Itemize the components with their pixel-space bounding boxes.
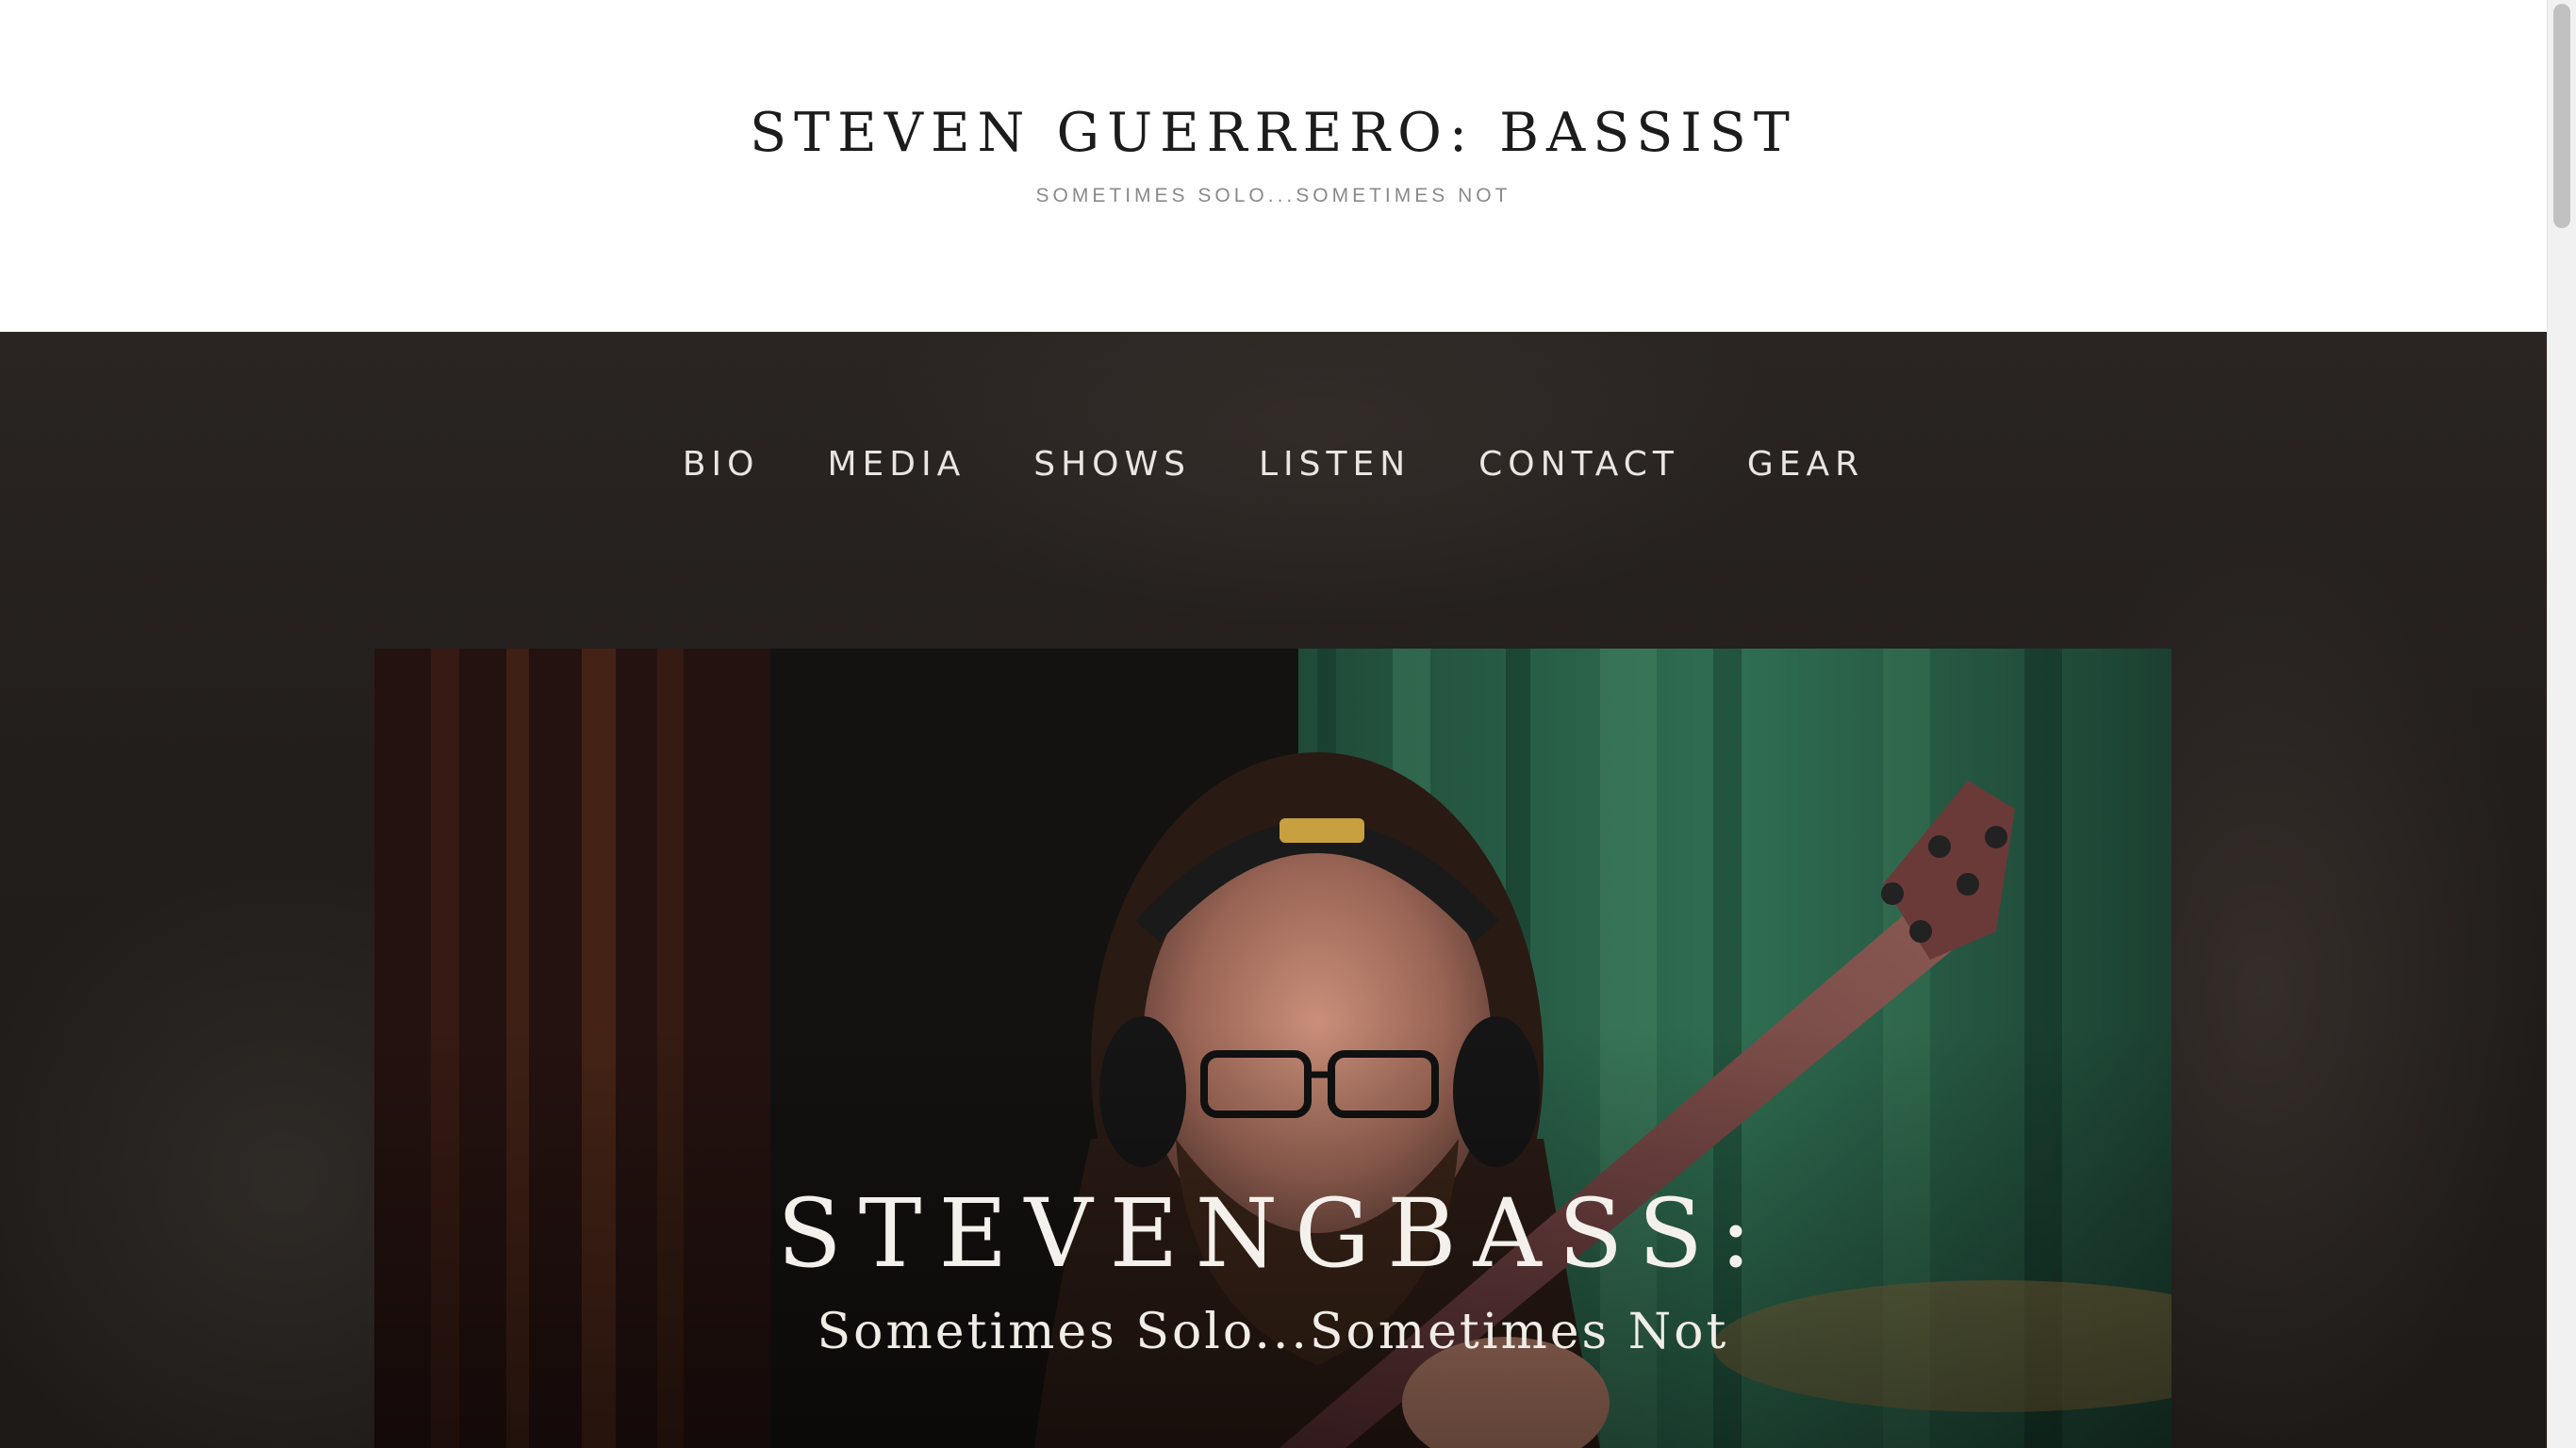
site-title[interactable]: STEVEN GUERRERO: BASSIST	[0, 102, 2547, 164]
main-nav: BIO MEDIA SHOWS LISTEN CONTACT GEAR	[0, 445, 2547, 484]
nav-item-contact[interactable]: CONTACT	[1445, 445, 1713, 484]
scrollbar-thumb[interactable]	[2553, 4, 2570, 228]
nav-item-bio[interactable]: BIO	[649, 445, 794, 484]
hero-heading: STEVENGBASS:	[777, 1178, 1769, 1289]
page: STEVEN GUERRERO: BASSIST SOMETIMES SOLO.…	[0, 0, 2576, 1448]
nav-item-media[interactable]: MEDIA	[793, 445, 999, 484]
hero-photo: STEVENGBASS: Sometimes Solo...Sometimes …	[374, 649, 2171, 1448]
vertical-scrollbar[interactable]	[2547, 0, 2576, 1448]
nav-item-gear[interactable]: GEAR	[1713, 445, 1898, 484]
hero-subheading: Sometimes Solo...Sometimes Not	[817, 1304, 1729, 1360]
nav-item-listen[interactable]: LISTEN	[1225, 445, 1445, 484]
nav-item-shows[interactable]: SHOWS	[999, 445, 1225, 484]
site-tagline: SOMETIMES SOLO...SOMETIMES NOT	[1035, 185, 1511, 206]
site-header: STEVEN GUERRERO: BASSIST SOMETIMES SOLO.…	[0, 0, 2547, 332]
